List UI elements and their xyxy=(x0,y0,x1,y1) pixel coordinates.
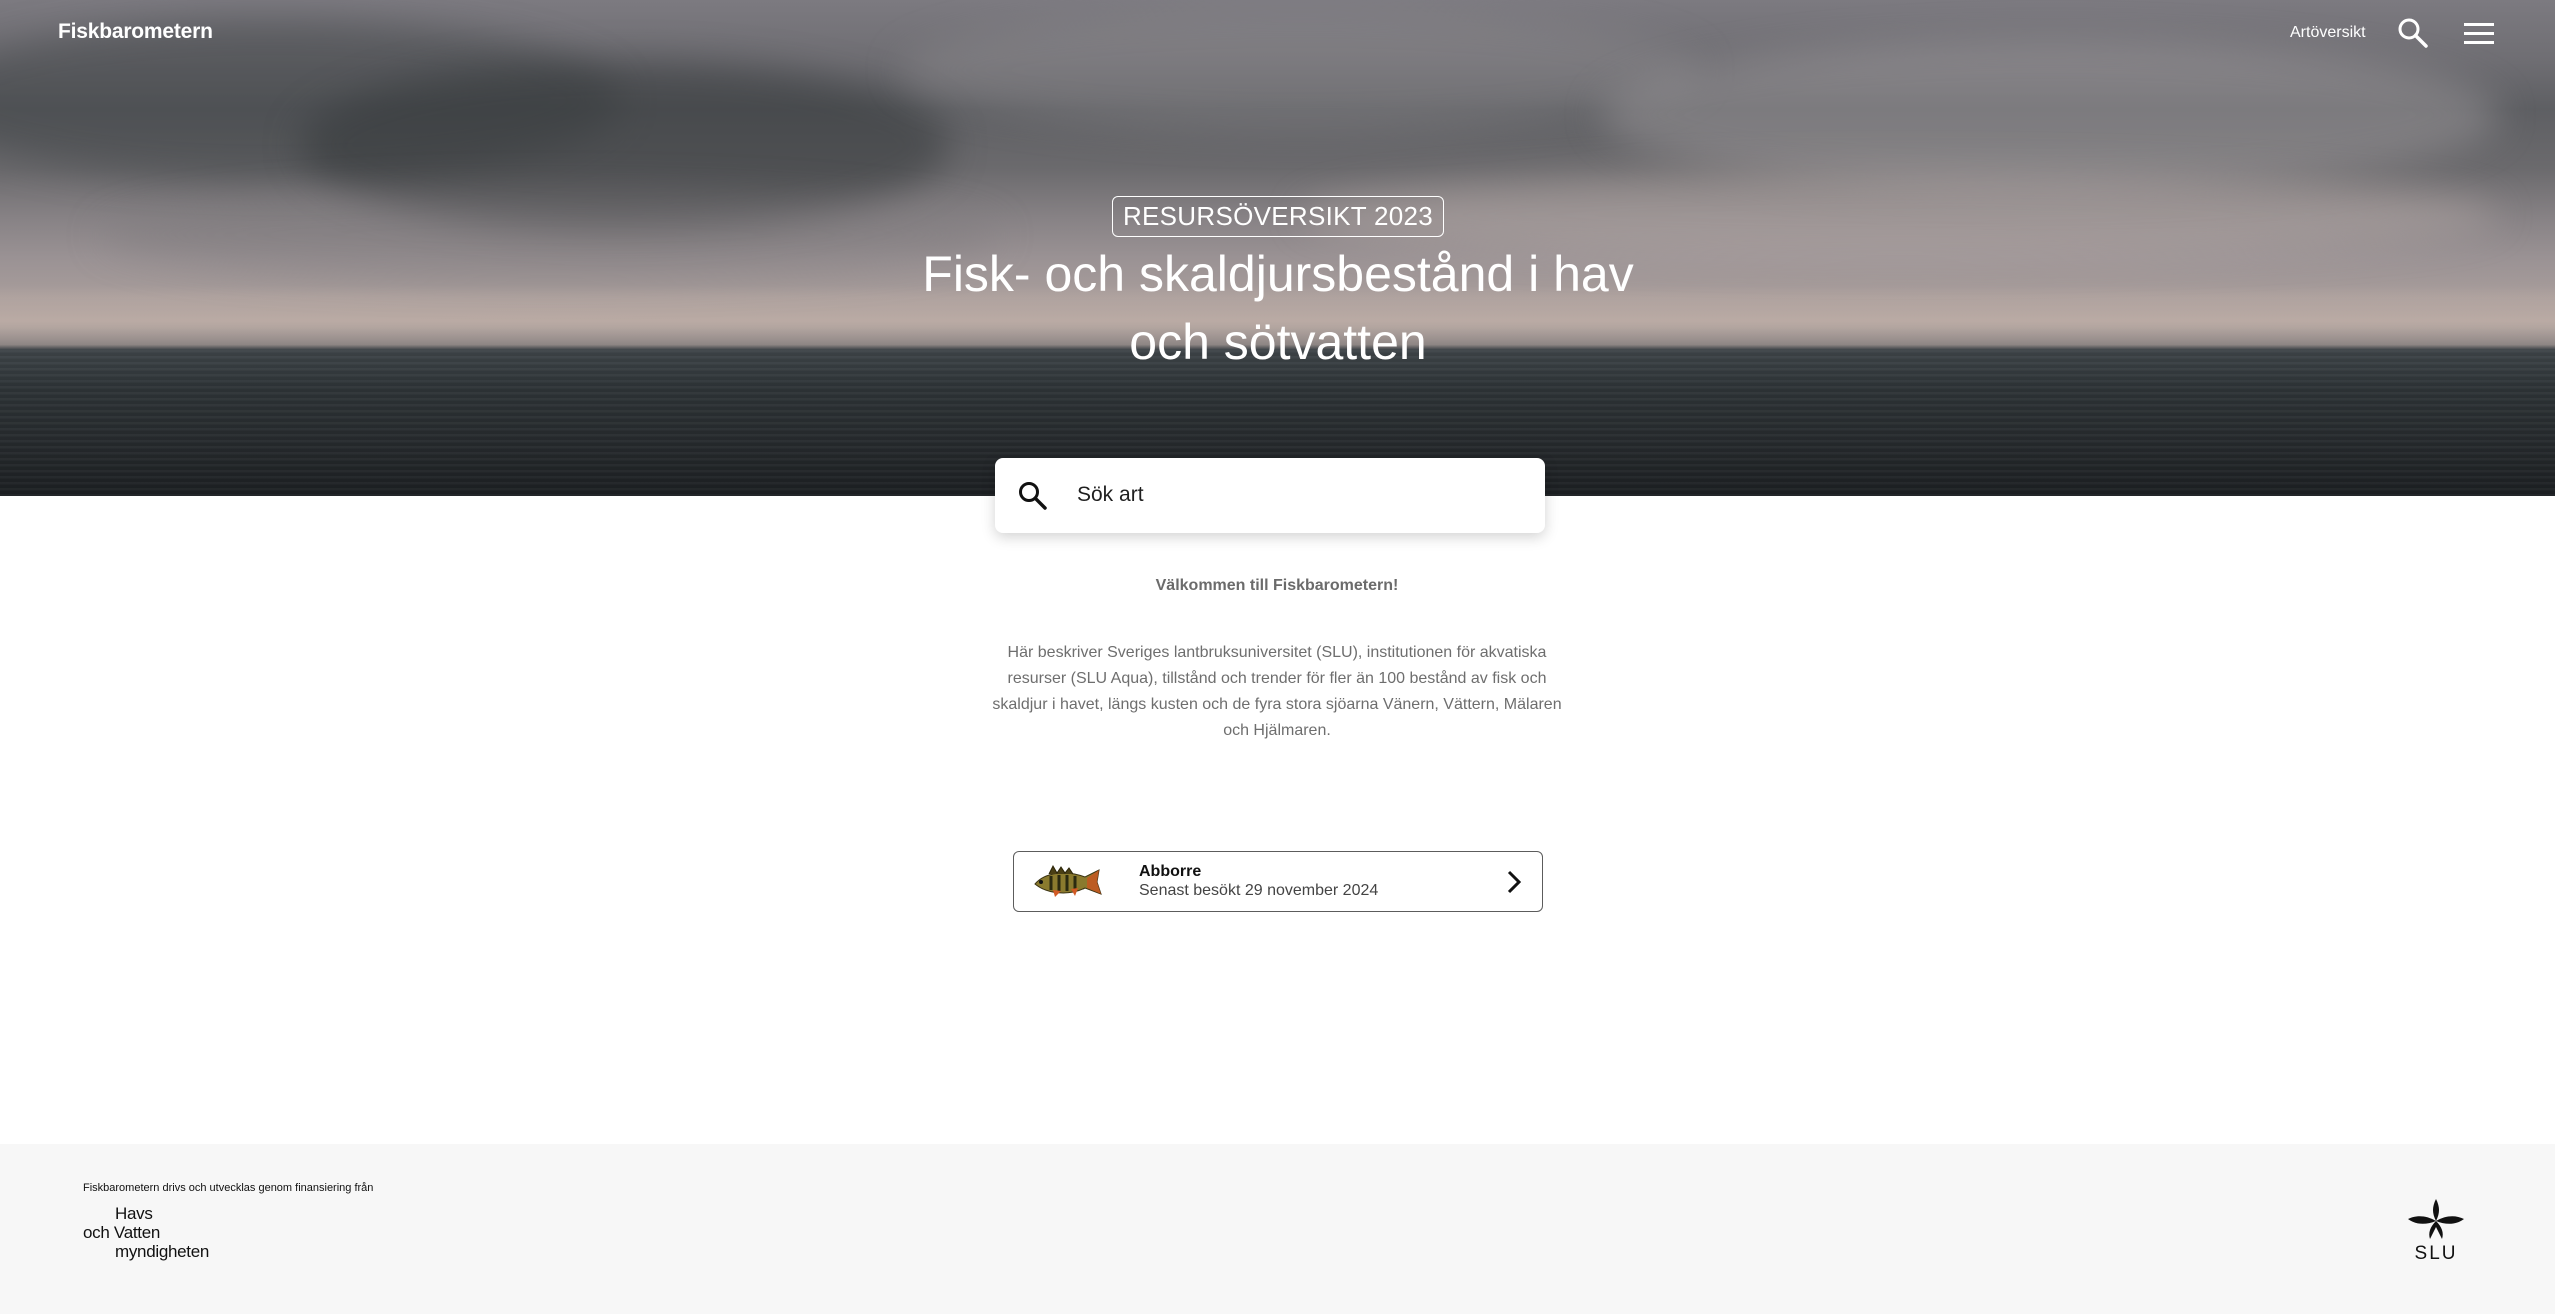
chevron-right-icon xyxy=(1507,870,1522,894)
species-name: Abborre xyxy=(1139,863,1202,880)
nav-link-artoversikt[interactable]: Artöversikt xyxy=(2290,24,2366,42)
search-icon xyxy=(1019,482,1047,510)
species-search-input[interactable] xyxy=(1075,472,1515,518)
species-search-box[interactable] xyxy=(995,458,1545,533)
recently-visited-species-card[interactable]: Abborre Senast besökt 29 november 2024 xyxy=(1013,851,1543,912)
svg-text:SLU: SLU xyxy=(2415,1243,2458,1263)
site-footer: Fiskbarometern drivs och utvecklas genom… xyxy=(0,1144,2555,1314)
intro-paragraph: Här beskriver Sveriges lantbruksuniversi… xyxy=(992,644,1562,739)
perch-fish-icon xyxy=(1034,864,1102,897)
last-visited-date: Senast besökt 29 november 2024 xyxy=(1139,882,1379,899)
havs-och-vattenmyndigheten-logo[interactable]: Havs och Vatten myndigheten xyxy=(83,1204,233,1266)
page-title: Fisk- och skaldjursbestånd i hav och söt… xyxy=(922,246,1634,370)
hero-cloud xyxy=(1600,40,2500,190)
welcome-heading: Välkommen till Fiskbarometern! xyxy=(1155,577,1399,594)
search-icon[interactable] xyxy=(2396,16,2430,50)
hero-cloud xyxy=(900,10,1700,130)
slu-logo[interactable]: SLU xyxy=(2404,1197,2468,1263)
hamburger-menu-icon[interactable] xyxy=(2462,20,2496,48)
report-year-badge: RESURSÖVERSIKT 2023 xyxy=(1112,196,1444,237)
hero-banner: Fiskbarometern Artöversikt RESURSÖVERSIK… xyxy=(0,0,2555,496)
funding-text: Fiskbarometern drivs och utvecklas genom… xyxy=(83,1182,374,1194)
site-brand-link[interactable]: Fiskbarometern xyxy=(58,20,213,44)
hero-cloud xyxy=(100,190,1000,280)
